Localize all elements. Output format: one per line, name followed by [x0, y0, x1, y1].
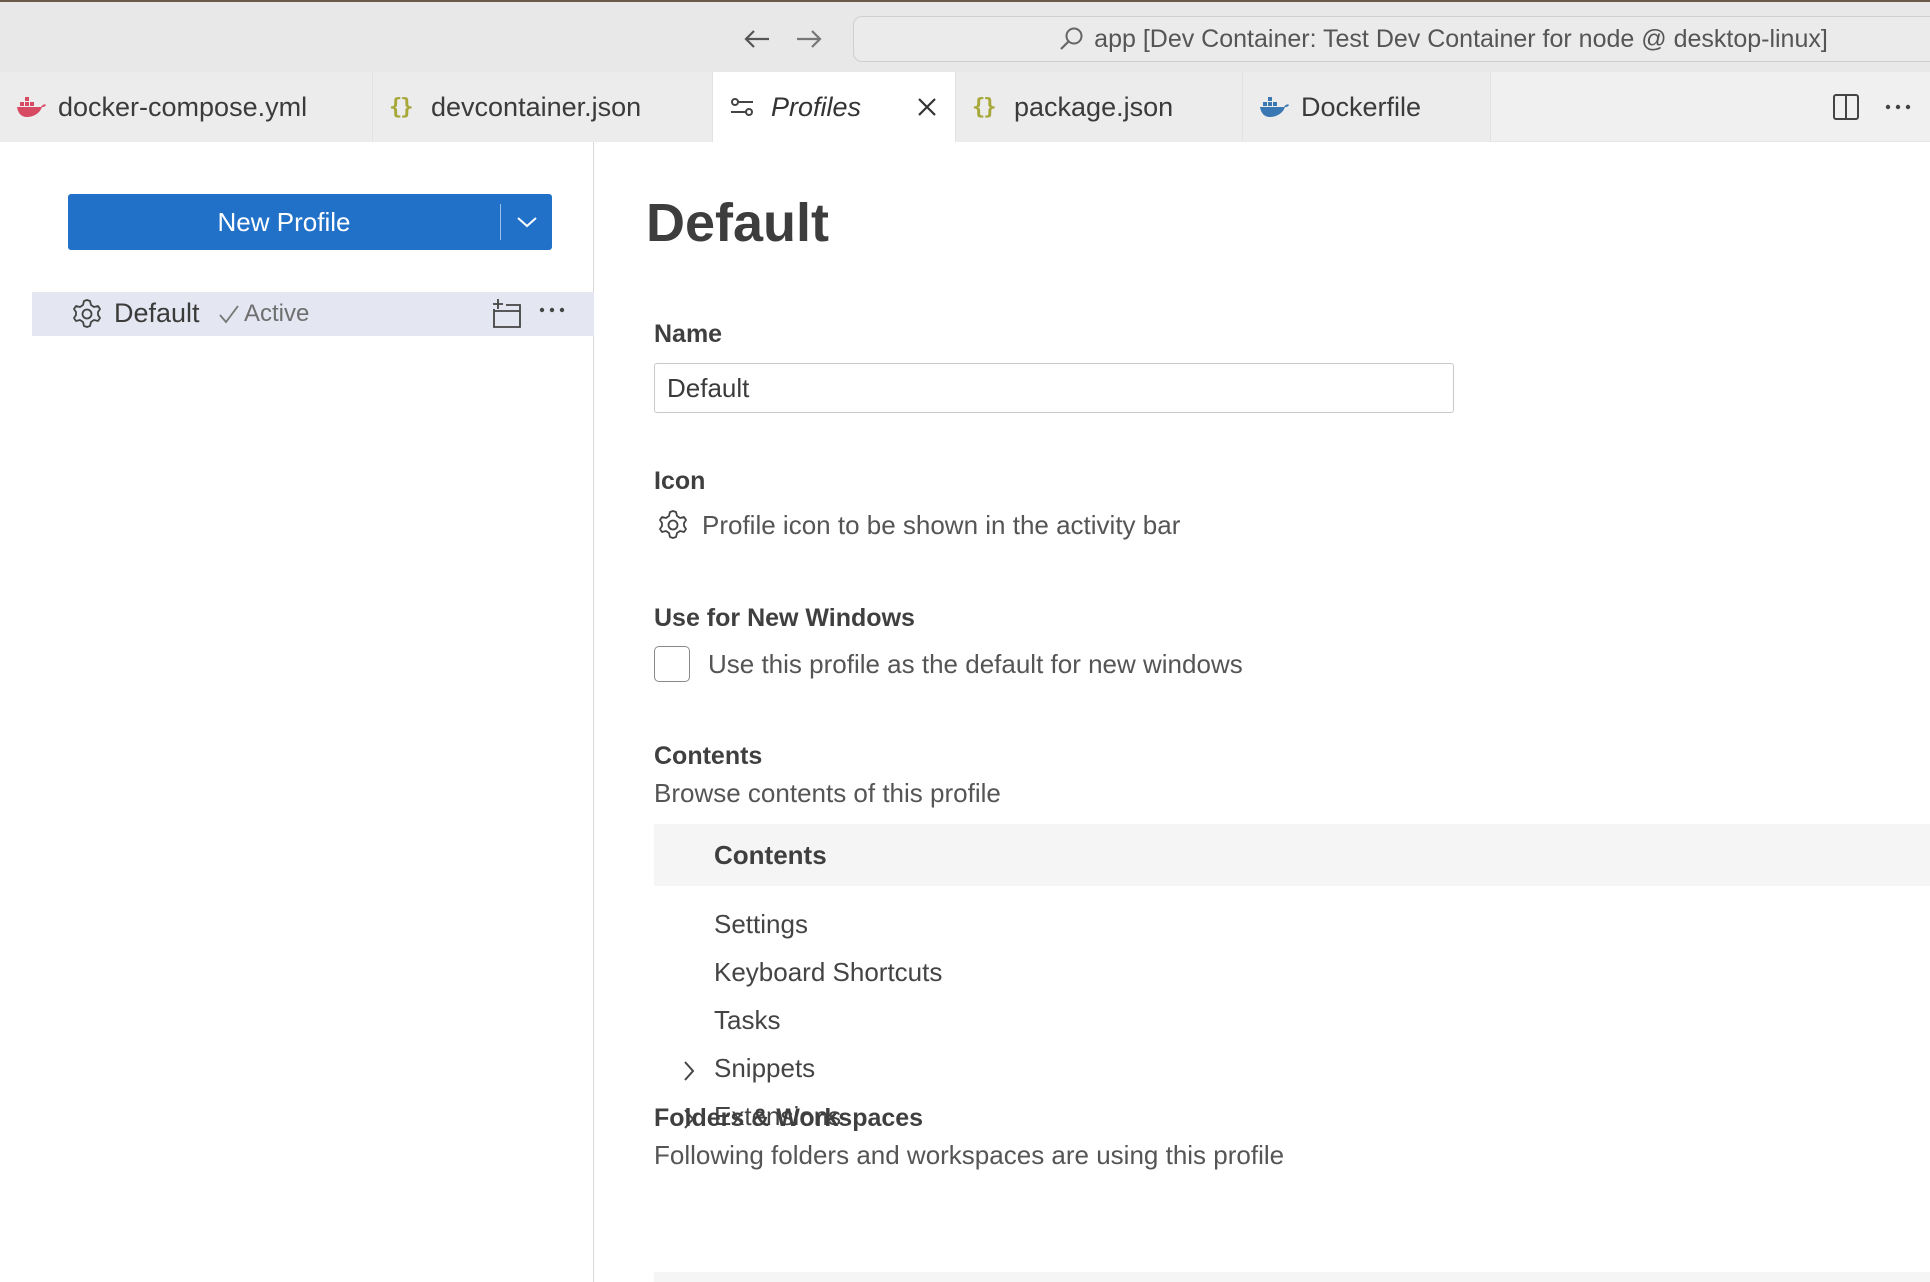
- tab-devcontainer-json[interactable]: {} devcontainer.json: [373, 72, 713, 142]
- profiles-icon: [729, 96, 761, 118]
- folders-description: Following folders and workspaces are usi…: [654, 1140, 1285, 1170]
- tree-item-label: Settings: [714, 908, 808, 939]
- search-icon: [1058, 26, 1084, 52]
- ellipsis-icon: [1885, 104, 1911, 110]
- tab-package-json[interactable]: {} package.json: [956, 72, 1243, 142]
- tree-item-snippets[interactable]: Snippets: [654, 1050, 1254, 1086]
- tree-item-label: Snippets: [714, 1052, 816, 1083]
- go-back-button[interactable]: [740, 22, 774, 56]
- tree-item-settings[interactable]: Settings: [654, 906, 1254, 942]
- docker-icon: [1259, 96, 1291, 118]
- chevron-right-icon[interactable]: [682, 1058, 696, 1089]
- contents-tree: Contents Settings Keyboard Shortcuts Tas…: [654, 824, 1930, 1131]
- close-icon[interactable]: [915, 95, 939, 119]
- command-center[interactable]: app [Dev Container: Test Dev Container f…: [853, 16, 1930, 62]
- profile-editor: Default Name Icon Profile icon to be sho…: [596, 142, 1930, 1282]
- name-section-label: Name: [654, 320, 723, 348]
- split-editor-button[interactable]: [1826, 87, 1866, 127]
- tab-profiles[interactable]: Profiles: [713, 72, 956, 142]
- tree-item-label: Tasks: [714, 1004, 781, 1035]
- command-center-label: app [Dev Container: Test Dev Container f…: [1094, 24, 1828, 53]
- tab-label: docker-compose.yml: [58, 91, 308, 122]
- new-profile-button-group: New Profile: [68, 194, 552, 250]
- icon-picker-row: Profile icon to be shown in the activity…: [656, 508, 1180, 542]
- new-profile-button[interactable]: New Profile: [68, 194, 500, 250]
- contents-section-label: Contents: [654, 742, 763, 770]
- arrow-left-icon: [744, 30, 769, 48]
- icon-description: Profile icon to be shown in the activity…: [702, 509, 1181, 540]
- profile-list-item-default[interactable]: Default Active: [32, 292, 594, 336]
- chevron-down-icon: [516, 217, 537, 228]
- contents-tree-header: Contents: [654, 824, 1930, 886]
- go-forward-button[interactable]: [792, 22, 826, 56]
- split-editor-icon: [1833, 94, 1859, 120]
- icon-section-label: Icon: [654, 467, 706, 495]
- profiles-sidebar: New Profile Default Active: [0, 142, 594, 1282]
- active-status-badge: Active: [218, 300, 309, 328]
- docker-icon: [16, 96, 48, 118]
- new-windows-section-label: Use for New Windows: [654, 604, 915, 632]
- tab-dockerfile[interactable]: Dockerfile: [1243, 72, 1491, 142]
- folders-table-header: [654, 1272, 1930, 1282]
- tab-label: devcontainer.json: [431, 91, 642, 122]
- checkbox-label: Use this profile as the default for new …: [708, 648, 1243, 679]
- json-braces-icon: {}: [972, 94, 996, 120]
- checkmark-icon: [219, 305, 239, 324]
- tree-item-tasks[interactable]: Tasks: [654, 1002, 1254, 1038]
- arrow-right-icon: [797, 30, 822, 48]
- ellipsis-icon: [539, 307, 565, 313]
- gear-icon: [70, 297, 104, 336]
- json-braces-icon: {}: [389, 94, 413, 120]
- new-window-with-profile-button[interactable]: [490, 297, 524, 336]
- tab-label: Profiles: [771, 91, 862, 122]
- tree-item-label: Keyboard Shortcuts: [714, 956, 943, 987]
- profile-name-input[interactable]: [654, 363, 1454, 413]
- contents-description: Browse contents of this profile: [654, 778, 1001, 808]
- tab-label: Dockerfile: [1301, 91, 1422, 122]
- title-bar: app [Dev Container: Test Dev Container f…: [0, 0, 1930, 72]
- folders-section-label: Folders & Workspaces: [654, 1104, 924, 1132]
- editor-tab-bar: docker-compose.yml {} devcontainer.json …: [0, 72, 1930, 142]
- editor-actions: [1826, 72, 1930, 142]
- tab-label: package.json: [1014, 91, 1174, 122]
- active-status-label: Active: [244, 300, 310, 327]
- default-for-new-windows-checkbox[interactable]: [654, 646, 690, 682]
- profile-name: Default: [114, 298, 200, 328]
- tab-docker-compose[interactable]: docker-compose.yml: [0, 72, 373, 142]
- tree-item-keyboard-shortcuts[interactable]: Keyboard Shortcuts: [654, 954, 1254, 990]
- page-title: Default: [646, 193, 830, 253]
- gear-icon[interactable]: [656, 508, 690, 542]
- new-window-icon: [493, 299, 521, 328]
- new-profile-dropdown-button[interactable]: [501, 194, 552, 250]
- default-for-new-windows-row: Use this profile as the default for new …: [654, 646, 1243, 682]
- profile-more-actions-button[interactable]: [538, 294, 566, 331]
- more-actions-button[interactable]: [1878, 87, 1918, 127]
